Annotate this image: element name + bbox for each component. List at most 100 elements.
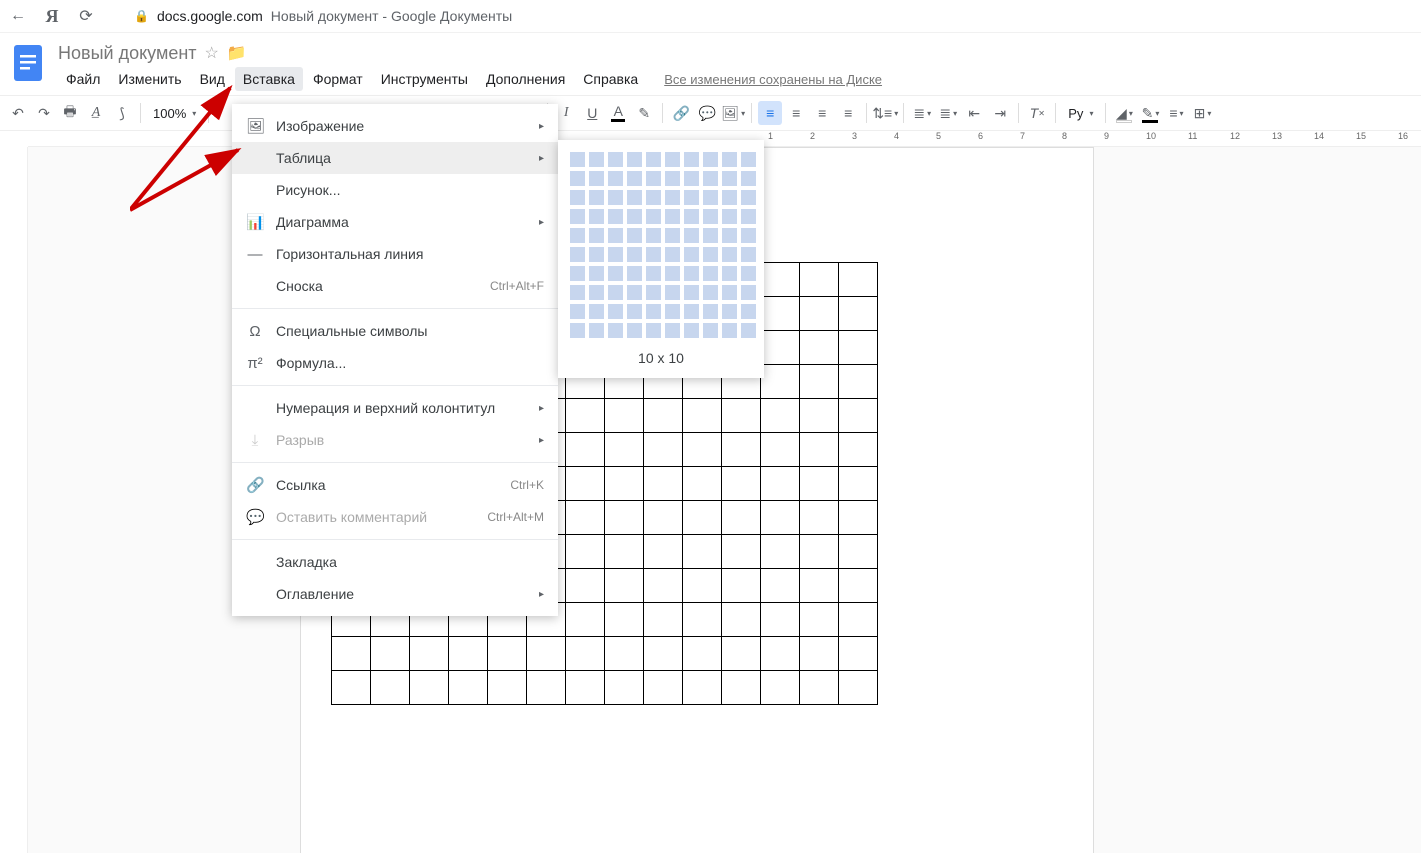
table-picker-cell[interactable] — [722, 171, 737, 186]
cell-fill-icon[interactable]: ◢ — [1112, 101, 1136, 125]
insert-chart-item[interactable]: 📊Диаграмма▸ — [232, 206, 558, 238]
table-picker-cell[interactable] — [570, 247, 585, 262]
table-picker-cell[interactable] — [608, 190, 623, 205]
print-icon[interactable]: 🖶 — [58, 101, 82, 125]
menu-insert[interactable]: Вставка — [235, 67, 303, 91]
table-picker-cell[interactable] — [589, 285, 604, 300]
star-icon[interactable]: ☆ — [205, 43, 219, 63]
table-picker-cell[interactable] — [608, 304, 623, 319]
menu-file[interactable]: Файл — [58, 67, 108, 91]
clear-format-icon[interactable]: T✕ — [1025, 101, 1049, 125]
insert-headers-item[interactable]: Нумерация и верхний колонтитул▸ — [232, 392, 558, 424]
align-center-icon[interactable]: ≡ — [784, 101, 808, 125]
table-picker-cell[interactable] — [570, 190, 585, 205]
table-picker-cell[interactable] — [570, 285, 585, 300]
insert-break-item[interactable]: ⤓Разрыв▸ — [232, 424, 558, 456]
highlight-icon[interactable]: ✎ — [632, 101, 656, 125]
table-picker-cell[interactable] — [608, 247, 623, 262]
table-picker-cell[interactable] — [703, 266, 718, 281]
table-picker-cell[interactable] — [608, 228, 623, 243]
table-picker-cell[interactable] — [703, 285, 718, 300]
border-color-icon[interactable]: ✎ — [1138, 101, 1162, 125]
table-picker-cell[interactable] — [684, 266, 699, 281]
table-picker-cell[interactable] — [741, 152, 756, 167]
table-picker-cell[interactable] — [684, 247, 699, 262]
table-picker-cell[interactable] — [741, 266, 756, 281]
table-picker-cell[interactable] — [741, 228, 756, 243]
table-picker-cell[interactable] — [665, 171, 680, 186]
table-picker-cell[interactable] — [665, 209, 680, 224]
table-picker-cell[interactable] — [703, 190, 718, 205]
menu-help[interactable]: Справка — [575, 67, 646, 91]
table-picker-cell[interactable] — [684, 190, 699, 205]
table-picker-cell[interactable] — [722, 152, 737, 167]
insert-footnote-item[interactable]: СноскаCtrl+Alt+F — [232, 270, 558, 302]
table-picker-cell[interactable] — [665, 304, 680, 319]
table-picker-cell[interactable] — [741, 247, 756, 262]
doc-title[interactable]: Новый документ — [58, 43, 197, 64]
undo-icon[interactable]: ↶ — [6, 101, 30, 125]
zoom-select[interactable]: 100% — [147, 101, 202, 125]
table-picker-cell[interactable] — [703, 209, 718, 224]
table-picker-cell[interactable] — [646, 247, 661, 262]
table-picker-cell[interactable] — [684, 285, 699, 300]
table-picker-cell[interactable] — [684, 228, 699, 243]
insert-comment-icon[interactable]: 💬 — [695, 101, 719, 125]
increase-indent-icon[interactable]: ⇥ — [988, 101, 1012, 125]
table-picker-cell[interactable] — [665, 152, 680, 167]
table-picker-cell[interactable] — [627, 228, 642, 243]
table-picker-cell[interactable] — [646, 304, 661, 319]
table-picker-cell[interactable] — [646, 323, 661, 338]
table-picker-cell[interactable] — [570, 171, 585, 186]
vertical-ruler[interactable] — [0, 147, 28, 853]
menu-view[interactable]: Вид — [192, 67, 233, 91]
table-picker-cell[interactable] — [627, 304, 642, 319]
table-picker-cell[interactable] — [570, 266, 585, 281]
table-picker-cell[interactable] — [627, 323, 642, 338]
table-picker-cell[interactable] — [684, 304, 699, 319]
table-picker-cell[interactable] — [703, 247, 718, 262]
table-picker-cell[interactable] — [665, 247, 680, 262]
table-picker-cell[interactable] — [608, 152, 623, 167]
table-picker-cell[interactable] — [665, 285, 680, 300]
back-icon[interactable]: ← — [8, 7, 28, 25]
table-picker-cell[interactable] — [722, 285, 737, 300]
decrease-indent-icon[interactable]: ⇤ — [962, 101, 986, 125]
insert-drawing-item[interactable]: Рисунок... — [232, 174, 558, 206]
table-picker-cell[interactable] — [570, 228, 585, 243]
table-picker-cell[interactable] — [589, 323, 604, 338]
insert-toc-item[interactable]: Оглавление▸ — [232, 578, 558, 610]
menu-addons[interactable]: Дополнения — [478, 67, 573, 91]
insert-link-icon[interactable]: 🔗 — [669, 101, 693, 125]
table-picker-cell[interactable] — [703, 323, 718, 338]
folder-icon[interactable]: 📁 — [227, 43, 247, 63]
table-picker-cell[interactable] — [608, 209, 623, 224]
table-picker-cell[interactable] — [589, 266, 604, 281]
menu-edit[interactable]: Изменить — [110, 67, 189, 91]
border-width-icon[interactable]: ≡ — [1164, 101, 1188, 125]
save-status[interactable]: Все изменения сохранены на Диске — [664, 72, 882, 91]
table-picker-cell[interactable] — [589, 228, 604, 243]
table-picker-cell[interactable] — [722, 247, 737, 262]
table-picker-cell[interactable] — [589, 247, 604, 262]
insert-link-item[interactable]: 🔗СсылкаCtrl+K — [232, 469, 558, 501]
underline-icon[interactable]: U — [580, 101, 604, 125]
insert-image-item[interactable]: 🖼Изображение▸ — [232, 110, 558, 142]
menu-format[interactable]: Формат — [305, 67, 371, 91]
table-picker-cell[interactable] — [703, 152, 718, 167]
table-picker-cell[interactable] — [722, 266, 737, 281]
table-picker-cell[interactable] — [741, 285, 756, 300]
table-picker-cell[interactable] — [722, 190, 737, 205]
table-picker-cell[interactable] — [608, 285, 623, 300]
yandex-icon[interactable]: Я — [42, 6, 62, 27]
numbered-list-icon[interactable]: ≣ — [910, 101, 934, 125]
table-picker-cell[interactable] — [646, 209, 661, 224]
reload-icon[interactable]: ⟳ — [76, 6, 96, 26]
table-picker-cell[interactable] — [646, 171, 661, 186]
table-size-picker[interactable]: 10 x 10 — [558, 140, 764, 378]
table-picker-cell[interactable] — [646, 285, 661, 300]
align-justify-icon[interactable]: ≡ — [836, 101, 860, 125]
table-picker-cell[interactable] — [570, 209, 585, 224]
spellcheck-icon[interactable]: A̲ — [84, 101, 108, 125]
table-picker-cell[interactable] — [703, 171, 718, 186]
